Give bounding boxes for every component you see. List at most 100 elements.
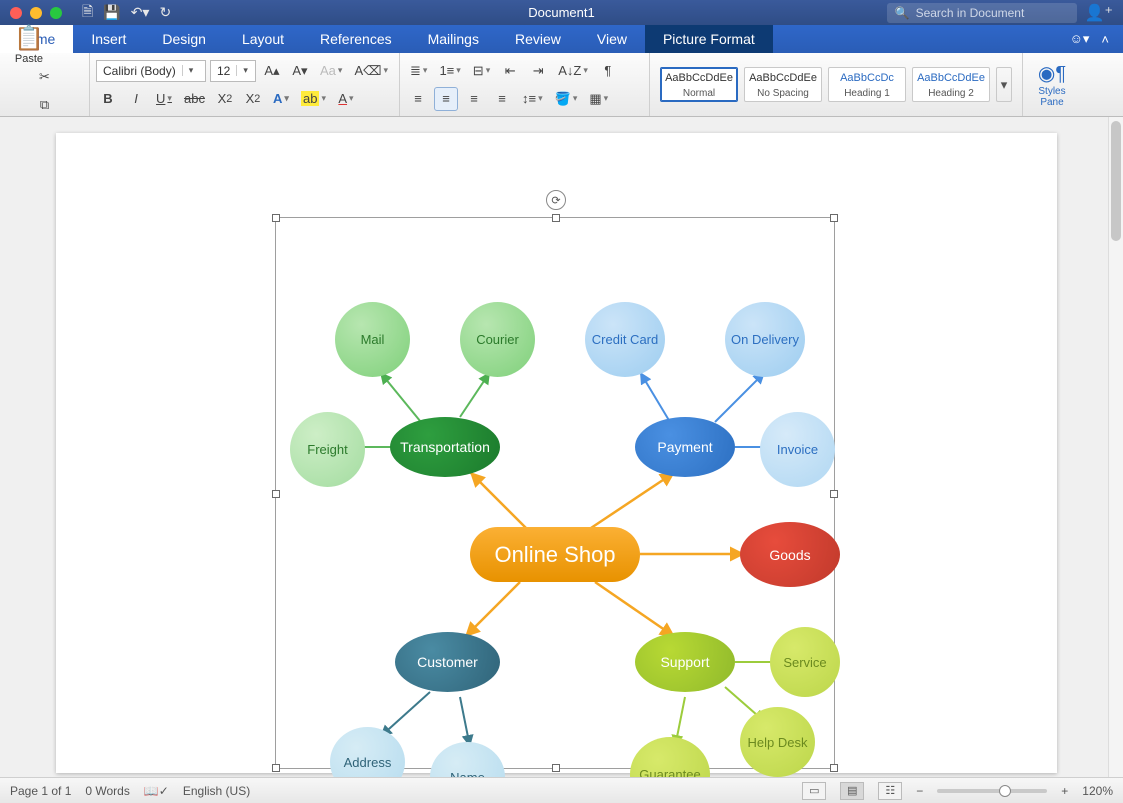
node-freight: Freight <box>290 412 365 487</box>
cut-icon[interactable]: ✂ <box>6 65 83 89</box>
group-font: Calibri (Body) ▾ 12 ▾ A▴ A▾ Aa A⌫ B I U … <box>90 53 400 116</box>
zoom-out-button[interactable]: − <box>916 784 923 798</box>
node-name: Name <box>430 742 505 777</box>
zoom-window-button[interactable] <box>50 7 62 19</box>
chevron-down-icon[interactable]: ▾ <box>236 65 252 76</box>
sort-button[interactable]: A↓Z <box>554 59 592 83</box>
text-effects-button[interactable]: A <box>269 87 293 111</box>
share-icon[interactable]: 👤⁺ <box>1085 3 1113 23</box>
decrease-indent-button[interactable]: ⇤ <box>498 59 522 83</box>
chevron-down-icon[interactable]: ▾ <box>182 65 198 76</box>
bold-button[interactable]: B <box>96 87 120 111</box>
node-mail: Mail <box>335 302 410 377</box>
shading-button[interactable]: 🪣 <box>551 87 582 111</box>
feedback-icon[interactable]: ☺▾ <box>1070 31 1090 47</box>
node-courier: Courier <box>460 302 535 377</box>
zoom-in-button[interactable]: + <box>1061 784 1068 798</box>
grow-font-button[interactable]: A▴ <box>260 59 284 83</box>
tab-mailings[interactable]: Mailings <box>410 25 497 53</box>
increase-indent-button[interactable]: ⇥ <box>526 59 550 83</box>
page[interactable]: ⟳ <box>56 133 1057 773</box>
borders-button[interactable]: ▦ <box>585 87 612 111</box>
style-heading-2[interactable]: AaBbCcDdEe Heading 2 <box>912 67 990 102</box>
underline-button[interactable]: U <box>152 87 176 111</box>
search-input[interactable] <box>916 6 1066 20</box>
style-no-spacing[interactable]: AaBbCcDdEe No Spacing <box>744 67 822 102</box>
subscript-button[interactable]: X2 <box>213 87 237 111</box>
align-center-button[interactable]: ≡ <box>434 87 458 111</box>
web-layout-view-button[interactable]: ☷ <box>878 782 902 800</box>
tab-picture-format[interactable]: Picture Format <box>645 25 773 53</box>
tab-view[interactable]: View <box>579 25 645 53</box>
window-controls <box>0 7 62 19</box>
zoom-level[interactable]: 120% <box>1082 784 1113 798</box>
numbering-button[interactable]: 1≡ <box>435 59 464 83</box>
node-help-desk: Help Desk <box>740 707 815 777</box>
show-marks-button[interactable]: ¶ <box>596 59 620 83</box>
status-bar: Page 1 of 1 0 Words 📖✓ English (US) ▭ ▤ … <box>0 777 1123 803</box>
node-on-delivery: On Delivery <box>725 302 805 377</box>
font-name-combo[interactable]: Calibri (Body) ▾ <box>96 60 206 82</box>
group-styles: AaBbCcDdEe Normal AaBbCcDdEe No Spacing … <box>650 53 1023 116</box>
node-goods: Goods <box>740 522 840 587</box>
redo-icon[interactable]: ↻ <box>159 4 171 21</box>
tab-references[interactable]: References <box>302 25 410 53</box>
italic-button[interactable]: I <box>124 87 148 111</box>
new-doc-icon[interactable]: 🗎 <box>82 1 93 25</box>
group-styles-pane: ◉¶ Styles Pane <box>1023 53 1081 116</box>
save-icon[interactable]: 💾 <box>103 4 120 21</box>
font-name-value: Calibri (Body) <box>97 64 182 78</box>
highlight-button[interactable]: ab <box>297 87 330 111</box>
rotate-handle[interactable]: ⟳ <box>546 190 566 210</box>
word-count[interactable]: 0 Words <box>85 784 129 798</box>
styles-pane-button[interactable]: ◉¶ Styles Pane <box>1029 61 1075 108</box>
node-guarantee: Guarantee <box>630 737 710 777</box>
copy-icon[interactable]: ⧉ <box>6 93 83 117</box>
ribbon: 📋 Paste ✂ ⧉ 🖌 Calibri (Body) ▾ 12 ▾ A▴ A… <box>0 53 1123 117</box>
node-online-shop: Online Shop <box>470 527 640 582</box>
node-customer: Customer <box>395 632 500 692</box>
quick-access-toolbar: 🗎 💾 ↶▾ ↻ <box>82 1 171 25</box>
style-normal[interactable]: AaBbCcDdEe Normal <box>660 67 738 102</box>
paste-button[interactable]: Paste <box>15 53 43 65</box>
document-area[interactable]: ⟳ <box>0 117 1123 777</box>
bullets-button[interactable]: ≣ <box>406 59 431 83</box>
font-color-button[interactable]: A <box>334 87 358 111</box>
page-indicator[interactable]: Page 1 of 1 <box>10 784 71 798</box>
tab-design[interactable]: Design <box>144 25 224 53</box>
minimize-window-button[interactable] <box>30 7 42 19</box>
language-indicator[interactable]: English (US) <box>183 784 250 798</box>
shrink-font-button[interactable]: A▾ <box>288 59 312 83</box>
tab-review[interactable]: Review <box>497 25 579 53</box>
superscript-button[interactable]: X2 <box>241 87 265 111</box>
close-window-button[interactable] <box>10 7 22 19</box>
style-heading-1[interactable]: AaBbCcDc Heading 1 <box>828 67 906 102</box>
title-bar: 🗎 💾 ↶▾ ↻ Document1 🔍 👤⁺ <box>0 0 1123 25</box>
zoom-slider[interactable] <box>937 789 1047 793</box>
tab-layout[interactable]: Layout <box>224 25 302 53</box>
collapse-ribbon-icon[interactable]: ˄ <box>1101 32 1109 47</box>
styles-gallery-expand[interactable]: ▾ <box>996 67 1012 102</box>
strikethrough-button[interactable]: abc <box>180 87 209 111</box>
paste-icon[interactable]: 📋 <box>14 24 44 53</box>
node-invoice: Invoice <box>760 412 835 487</box>
justify-button[interactable]: ≡ <box>490 87 514 111</box>
font-size-combo[interactable]: 12 ▾ <box>210 60 256 82</box>
vertical-scrollbar[interactable] <box>1108 117 1123 777</box>
tab-insert[interactable]: Insert <box>73 25 144 53</box>
line-spacing-button[interactable]: ↕≡ <box>518 87 547 111</box>
multilevel-list-button[interactable]: ⊟ <box>469 59 494 83</box>
search-box[interactable]: 🔍 <box>887 3 1077 23</box>
align-right-button[interactable]: ≡ <box>462 87 486 111</box>
scrollbar-thumb[interactable] <box>1111 121 1121 241</box>
clear-formatting-button[interactable]: A⌫ <box>350 59 392 83</box>
print-layout-view-button[interactable]: ▤ <box>840 782 864 800</box>
spellcheck-icon[interactable]: 📖✓ <box>144 784 169 798</box>
undo-icon[interactable]: ↶▾ <box>131 4 150 21</box>
align-left-button[interactable]: ≡ <box>406 87 430 111</box>
ribbon-tabs: Home Insert Design Layout References Mai… <box>0 25 1123 53</box>
focus-view-button[interactable]: ▭ <box>802 782 826 800</box>
styles-pane-icon: ◉¶ <box>1038 61 1066 86</box>
zoom-slider-knob[interactable] <box>999 785 1011 797</box>
change-case-button[interactable]: Aa <box>316 59 346 83</box>
